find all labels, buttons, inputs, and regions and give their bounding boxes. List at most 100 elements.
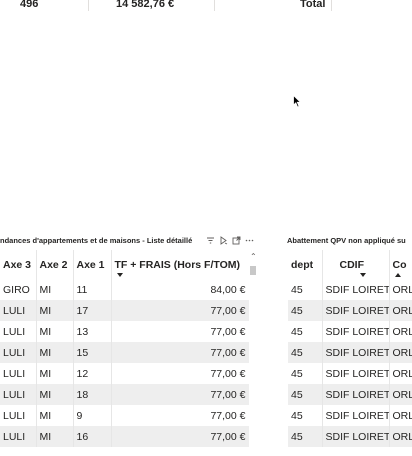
table-cell: MI	[36, 321, 74, 342]
table-cell: LULI	[0, 384, 37, 405]
table-row[interactable]: LULI MI 15 77,00 €	[0, 342, 249, 363]
right-visual-title: Abattement QPV non appliqué su	[287, 236, 406, 245]
table-row[interactable]: 45 SDIF LOIRET ORL	[288, 405, 412, 426]
more-options-icon[interactable]	[245, 236, 254, 245]
visual-header-icons	[206, 236, 254, 245]
column-header-commune[interactable]: Co	[389, 250, 412, 279]
table-cell: 45	[288, 405, 323, 426]
table-cell: MI	[36, 300, 74, 321]
table-cell: LULI	[0, 363, 37, 384]
table-cell: ORL	[389, 363, 412, 384]
table-cell: ORL	[389, 342, 412, 363]
table-cell: 9	[73, 405, 112, 426]
table-row[interactable]: LULI MI 16 77,00 €	[0, 426, 249, 447]
total-row: 496 14 582,76 € Total	[0, 0, 412, 11]
table-cell: 77,00 €	[111, 384, 249, 405]
column-divider	[214, 0, 215, 11]
column-header-tf-frais[interactable]: TF + FRAIS (Hors F/TOM)	[111, 250, 249, 279]
pin-icon[interactable]	[219, 236, 228, 245]
table-cell: 13	[73, 321, 112, 342]
table-row[interactable]: LULI MI 17 77,00 €	[0, 300, 249, 321]
left-visual-title: ndances d'appartements et de maisons - L…	[0, 236, 193, 245]
table-cell: MI	[36, 384, 74, 405]
total-count: 496	[20, 0, 39, 10]
vertical-scrollbar[interactable]: ⌃	[249, 253, 257, 456]
table-cell: 45	[288, 300, 323, 321]
table-cell: SDIF LOIRET	[322, 300, 390, 321]
column-divider	[331, 0, 332, 11]
scrollbar-thumb[interactable]	[250, 266, 256, 275]
table-cell: ORL	[389, 300, 412, 321]
table-cell: SDIF LOIRET	[322, 405, 390, 426]
table-cell: SDIF LOIRET	[322, 279, 390, 300]
column-header-axe3[interactable]: Axe 3	[0, 250, 37, 279]
table-cell: 45	[288, 363, 323, 384]
column-header-axe2[interactable]: Axe 2	[36, 250, 74, 279]
table-row[interactable]: 45 SDIF LOIRET ORL	[288, 300, 412, 321]
table-cell: LULI	[0, 321, 37, 342]
left-table[interactable]: Axe 3 Axe 2 Axe 1 TF + FRAIS (Hors F/TOM…	[0, 250, 249, 456]
right-table[interactable]: dept CDIF Co 45 SDIF LOIRET ORL 45 SDIF LOIR…	[288, 250, 412, 456]
table-row[interactable]: 45 SDIF LOIRET ORL	[288, 384, 412, 405]
table-cell: 45	[288, 342, 323, 363]
table-cell: 77,00 €	[111, 342, 249, 363]
table-cell: SDIF LOIRET	[322, 363, 390, 384]
table-cell: MI	[36, 363, 74, 384]
table-cell: 77,00 €	[111, 426, 249, 447]
table-cell: 84,00 €	[111, 279, 249, 300]
table-cell: 77,00 €	[111, 405, 249, 426]
table-cell: LULI	[0, 300, 37, 321]
table-cell: 15	[73, 342, 112, 363]
table-cell: MI	[36, 342, 74, 363]
table-cell: 45	[288, 426, 323, 447]
total-amount: 14 582,76 €	[116, 0, 175, 10]
table-row[interactable]: 45 SDIF LOIRET ORL	[288, 342, 412, 363]
column-header-dept[interactable]: dept	[288, 250, 323, 279]
table-cell: SDIF LOIRET	[322, 426, 390, 447]
filter-icon[interactable]	[206, 236, 215, 245]
sort-ascending-icon	[394, 273, 401, 277]
table-row[interactable]: 45 SDIF LOIRET ORL	[288, 321, 412, 342]
focus-mode-icon[interactable]	[232, 236, 241, 245]
table-cell: 77,00 €	[111, 300, 249, 321]
table-row[interactable]: LULI MI 9 77,00 €	[0, 405, 249, 426]
column-divider	[88, 0, 89, 11]
table-header-row: Axe 3 Axe 2 Axe 1 TF + FRAIS (Hors F/TOM…	[0, 250, 249, 279]
table-cell: 45	[288, 279, 323, 300]
table-cell: 17	[73, 300, 112, 321]
table-row[interactable]: 45 SDIF LOIRET ORL	[288, 426, 412, 447]
table-cell: 12	[73, 363, 112, 384]
table-cell: LULI	[0, 342, 37, 363]
mouse-cursor-icon	[293, 95, 301, 108]
table-cell: SDIF LOIRET	[322, 384, 390, 405]
table-header-row: dept CDIF Co	[288, 250, 412, 279]
table-cell: ORL	[389, 405, 412, 426]
sort-descending-icon	[359, 273, 366, 277]
table-row[interactable]: 45 SDIF LOIRET ORL	[288, 363, 412, 384]
table-row[interactable]: GIRO MI 11 84,00 €	[0, 279, 249, 300]
table-cell: ORL	[389, 279, 412, 300]
table-row[interactable]: LULI MI 18 77,00 €	[0, 384, 249, 405]
column-header-cdif[interactable]: CDIF	[322, 250, 390, 279]
table-cell: 11	[73, 279, 112, 300]
table-cell: 77,00 €	[111, 363, 249, 384]
table-cell: ORL	[389, 426, 412, 447]
table-cell: SDIF LOIRET	[322, 342, 390, 363]
table-cell: 45	[288, 384, 323, 405]
table-cell: MI	[36, 279, 74, 300]
table-cell: ORL	[389, 321, 412, 342]
table-row[interactable]: LULI MI 13 77,00 €	[0, 321, 249, 342]
sort-descending-icon	[116, 273, 123, 277]
table-cell: 18	[73, 384, 112, 405]
table-cell: LULI	[0, 426, 37, 447]
table-row[interactable]: LULI MI 12 77,00 €	[0, 363, 249, 384]
table-cell: ORL	[389, 384, 412, 405]
table-cell: GIRO	[0, 279, 37, 300]
scroll-up-icon[interactable]: ⌃	[250, 253, 257, 261]
column-header-axe1[interactable]: Axe 1	[73, 250, 112, 279]
table-cell: LULI	[0, 405, 37, 426]
table-row[interactable]: 45 SDIF LOIRET ORL	[288, 279, 412, 300]
table-cell: SDIF LOIRET	[322, 321, 390, 342]
table-cell: 16	[73, 426, 112, 447]
table-cell: 77,00 €	[111, 321, 249, 342]
